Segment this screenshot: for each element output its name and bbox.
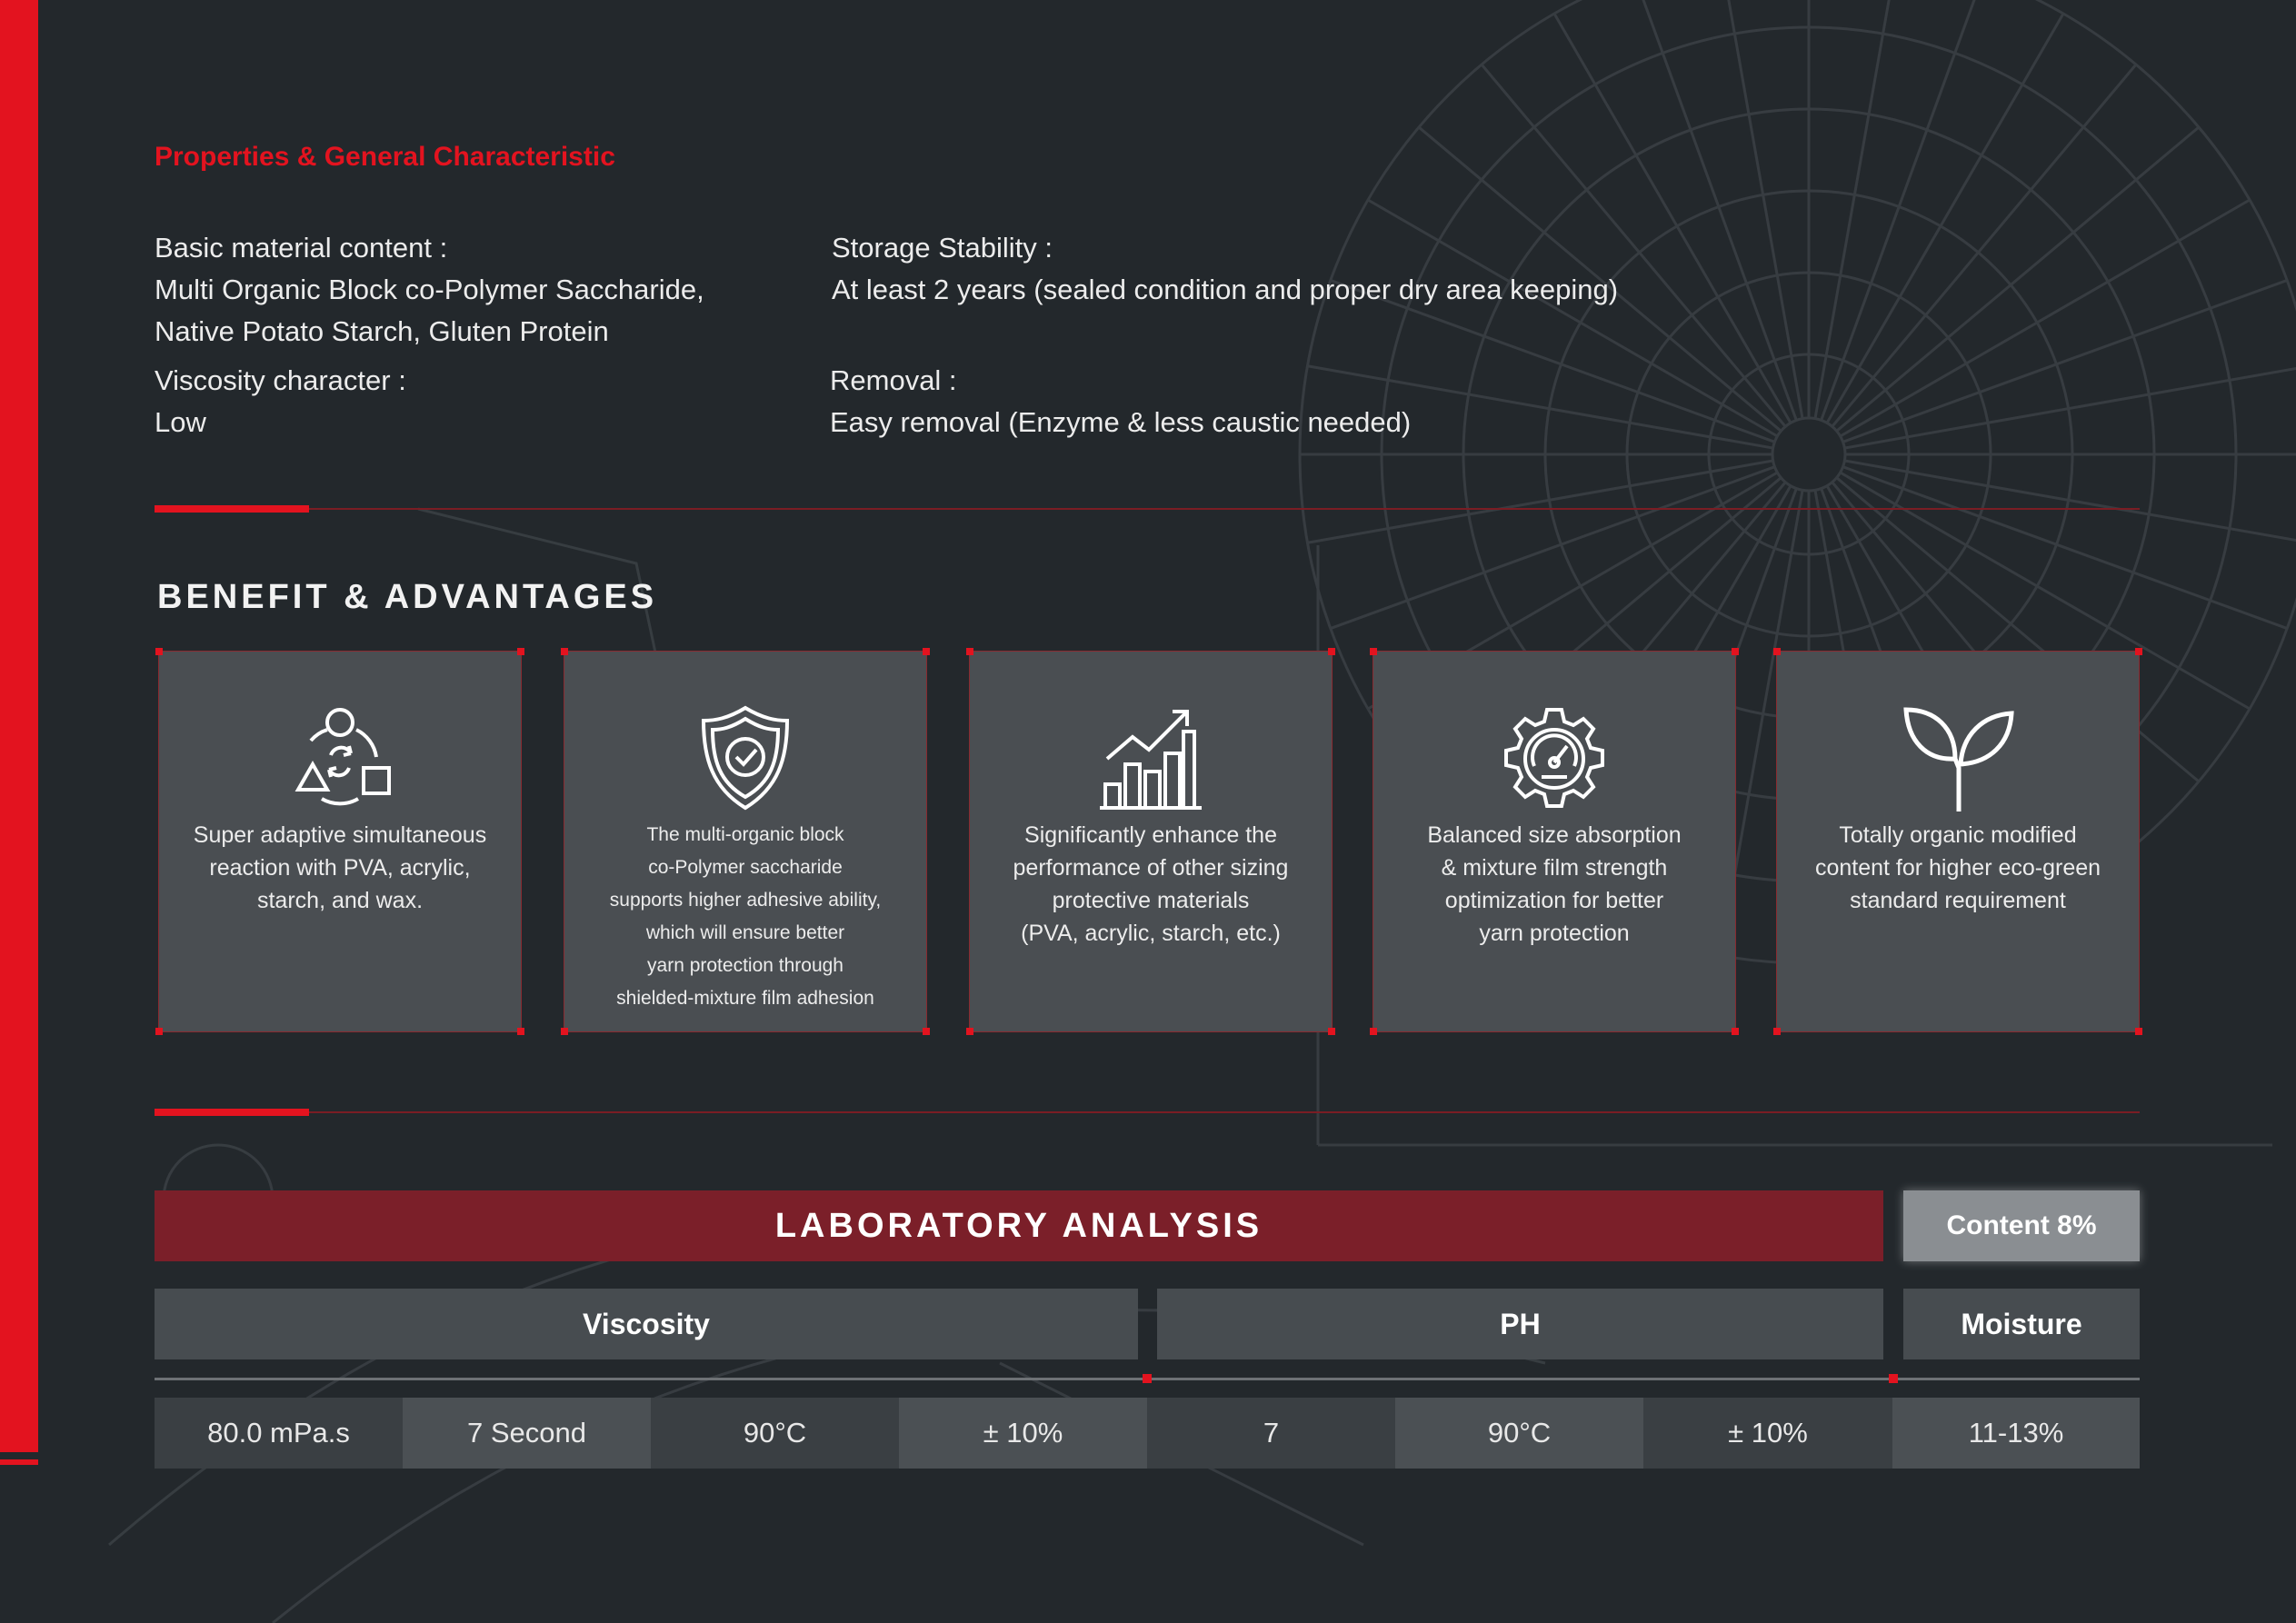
value-cell: 80.0 mPa.s <box>155 1398 403 1469</box>
benefits-heading: BENEFIT & ADVANTAGES <box>157 578 658 616</box>
viscosity-value: Low <box>155 406 206 438</box>
basic-material-block: Basic material content : Multi Organic B… <box>155 227 704 353</box>
viscosity-block: Viscosity character : Low <box>155 360 406 443</box>
left-accent-tick <box>0 1459 38 1465</box>
basic-material-label: Basic material content : <box>155 232 448 264</box>
benefit-card-1: Super adaptive simultaneous reaction wit… <box>155 648 524 1035</box>
benefit-card-2-text: The multi-organic block co-Polymer sacch… <box>609 824 882 1009</box>
removal-value: Easy removal (Enzyme & less caustic need… <box>830 406 1412 438</box>
benefit-card-4: Balanced size absorption & mixture film … <box>1370 648 1739 1035</box>
shield-check-icon <box>701 705 790 811</box>
value-cell: 11-13% <box>1892 1398 2140 1469</box>
table-divider-dot <box>1143 1374 1152 1383</box>
benefit-card-4-text: Balanced size absorption & mixture film … <box>1427 822 1682 946</box>
moisture-header: Moisture <box>1903 1289 2140 1359</box>
table-divider-dot <box>1889 1374 1898 1383</box>
value-cell: 7 Second <box>403 1398 651 1469</box>
value-cell: ± 10% <box>899 1398 1147 1469</box>
properties-title: Properties & General Characteristic <box>155 142 615 172</box>
ph-header: PH <box>1157 1289 1883 1359</box>
growth-chart-icon <box>1100 710 1202 810</box>
value-cell: 7 <box>1147 1398 1395 1469</box>
section-divider <box>155 505 2140 513</box>
value-cell: ± 10% <box>1643 1398 1892 1469</box>
viscosity-header: Viscosity <box>155 1289 1138 1359</box>
benefit-card-3: Significantly enhance the performance of… <box>966 648 1335 1035</box>
storage-block: Storage Stability : At least 2 years (se… <box>832 227 1618 311</box>
leaf-sprout-icon <box>1903 707 2014 812</box>
benefit-card-5-text: Totally organic modified content for hig… <box>1814 822 2101 913</box>
left-accent-bar <box>0 0 38 1452</box>
shapes-cycle-icon <box>294 708 391 806</box>
gear-gauge-icon <box>1504 708 1604 808</box>
page: Properties & General Characteristic Basi… <box>0 0 2296 1623</box>
section-divider-2 <box>155 1109 2140 1116</box>
lab-analysis-bar: LABORATORY ANALYSIS <box>155 1190 1883 1261</box>
value-cell: 90°C <box>1395 1398 1643 1469</box>
benefit-card-5: Totally organic modified content for hig… <box>1773 648 2142 1035</box>
benefit-card-1-text: Super adaptive simultaneous reaction wit… <box>193 822 487 913</box>
content-badge: Content 8% <box>1903 1190 2140 1261</box>
value-cell: 90°C <box>651 1398 899 1469</box>
removal-block: Removal : Easy removal (Enzyme & less ca… <box>830 360 1411 443</box>
viscosity-label: Viscosity character : <box>155 364 406 396</box>
removal-label: Removal : <box>830 364 957 396</box>
storage-value: At least 2 years (sealed condition and p… <box>832 274 1619 305</box>
benefit-card-3-text: Significantly enhance the performance of… <box>1013 822 1289 946</box>
benefit-card-2: The multi-organic block co-Polymer sacch… <box>561 648 930 1035</box>
basic-material-line2: Native Potato Starch, Gluten Protein <box>155 315 609 347</box>
storage-label: Storage Stability : <box>832 232 1053 264</box>
basic-material-line1: Multi Organic Block co-Polymer Saccharid… <box>155 274 704 305</box>
